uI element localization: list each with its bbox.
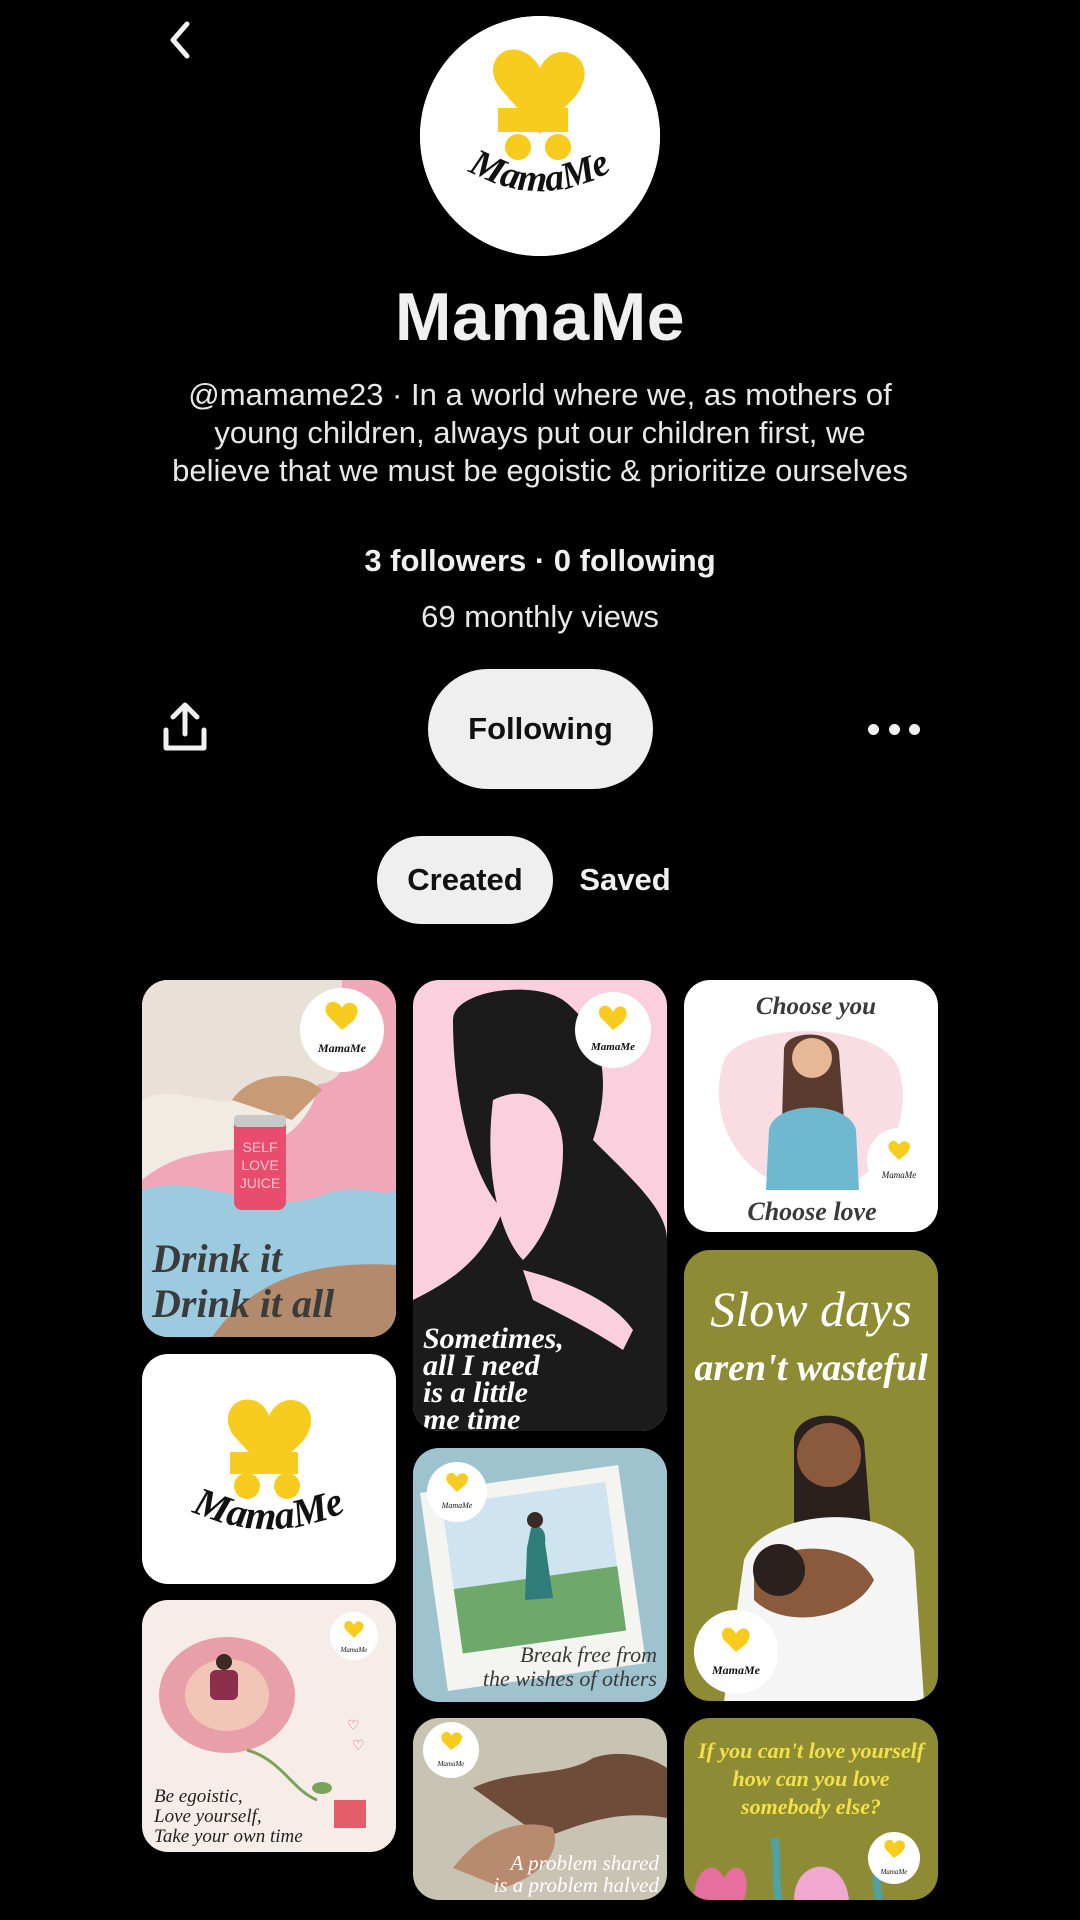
pin-be-egoistic[interactable]: ♡ ♡ MamaMe Be egoistic, Love yourself, T… bbox=[142, 1600, 396, 1852]
svg-text:♡: ♡ bbox=[347, 1717, 360, 1733]
svg-text:MamaMe: MamaMe bbox=[317, 1041, 367, 1055]
svg-text:MamaMe: MamaMe bbox=[437, 1760, 465, 1768]
svg-text:how can you love: how can you love bbox=[732, 1766, 889, 1791]
svg-text:MamaMe: MamaMe bbox=[590, 1041, 635, 1053]
pin-me-time[interactable]: MamaMe Sometimes, all I need is a little… bbox=[413, 980, 667, 1431]
pin-slow-days[interactable]: Slow days aren't wasteful MamaMe bbox=[684, 1250, 938, 1701]
svg-text:Be egoistic,: Be egoistic, bbox=[154, 1786, 243, 1807]
pin-break-free[interactable]: MamaMe Break free from the wishes of oth… bbox=[413, 1448, 667, 1702]
share-button[interactable] bbox=[160, 700, 210, 756]
more-icon bbox=[868, 723, 879, 735]
back-button[interactable] bbox=[160, 18, 200, 62]
svg-text:aren't wasteful: aren't wasteful bbox=[694, 1347, 928, 1389]
pin-problem-shared[interactable]: MamaMe A problem shared is a problem hal… bbox=[413, 1718, 667, 1900]
pin-love-yourself[interactable]: If you can't love yourself how can you l… bbox=[684, 1718, 938, 1900]
svg-text:A problem shared: A problem shared bbox=[508, 1851, 659, 1875]
svg-text:is a problem halved: is a problem halved bbox=[494, 1873, 660, 1897]
svg-text:Take your own time: Take your own time bbox=[154, 1826, 303, 1847]
svg-text:Drink it all: Drink it all bbox=[151, 1281, 335, 1326]
svg-text:Slow days: Slow days bbox=[710, 1281, 911, 1337]
svg-text:MamaMe: MamaMe bbox=[711, 1663, 761, 1677]
svg-text:Choose love: Choose love bbox=[747, 1197, 876, 1226]
tab-saved[interactable]: Saved bbox=[565, 836, 685, 924]
mamame-logo: MamaMe bbox=[420, 16, 660, 256]
profile-avatar: MamaMe bbox=[420, 16, 660, 256]
svg-text:the wishes of others: the wishes of others bbox=[483, 1666, 657, 1691]
pin-choose-you[interactable]: Choose you MamaMe Choose love bbox=[684, 980, 938, 1232]
following-button[interactable]: Following bbox=[428, 669, 653, 789]
svg-text:SELF: SELF bbox=[242, 1139, 277, 1155]
svg-text:MamaMe: MamaMe bbox=[441, 1501, 473, 1510]
profile-name: MamaMe bbox=[394, 279, 686, 355]
svg-text:MamaMe: MamaMe bbox=[880, 1868, 908, 1876]
monthly-views: 69 monthly views bbox=[421, 599, 659, 634]
svg-text:♡: ♡ bbox=[352, 1737, 365, 1753]
svg-text:If you can't love yourself: If you can't love yourself bbox=[697, 1738, 927, 1763]
svg-text:Drink it: Drink it bbox=[151, 1236, 284, 1281]
profile-bio: @mamame23 · In a world where we, as moth… bbox=[172, 377, 908, 488]
svg-text:MamaMe: MamaMe bbox=[340, 1646, 368, 1654]
chevron-left-icon bbox=[170, 21, 190, 59]
svg-text:Love yourself,: Love yourself, bbox=[153, 1806, 262, 1827]
svg-text:MamaMe: MamaMe bbox=[881, 1170, 917, 1180]
share-icon bbox=[163, 702, 207, 751]
pin-drink-it[interactable]: SELF LOVE JUICE MamaMe Drink it Drink it… bbox=[142, 980, 396, 1337]
svg-text:Break free from: Break free from bbox=[520, 1642, 657, 1667]
pin-mamame-logo[interactable]: MamaMe bbox=[142, 1354, 396, 1584]
more-options-button[interactable] bbox=[868, 712, 920, 746]
tab-created[interactable]: Created bbox=[377, 836, 553, 924]
svg-text:me time: me time bbox=[423, 1403, 520, 1431]
svg-text:LOVE: LOVE bbox=[241, 1157, 278, 1173]
svg-text:somebody else?: somebody else? bbox=[740, 1794, 881, 1819]
svg-text:Choose you: Choose you bbox=[756, 993, 876, 1020]
svg-text:JUICE: JUICE bbox=[240, 1175, 280, 1191]
follower-stats[interactable]: 3 followers · 0 following bbox=[0, 543, 1080, 579]
